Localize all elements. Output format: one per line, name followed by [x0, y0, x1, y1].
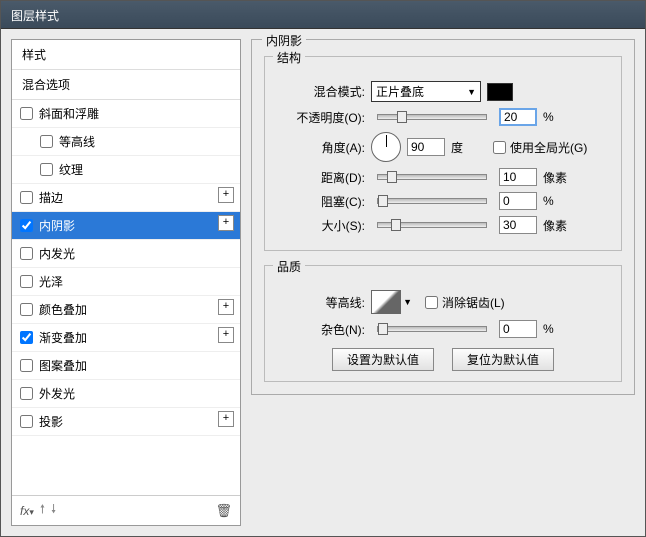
trash-icon[interactable]: 🗑	[215, 503, 232, 519]
add-effect-icon[interactable]: +	[218, 299, 234, 315]
style-item-0[interactable]: 斜面和浮雕	[12, 100, 240, 128]
style-item-6[interactable]: 光泽	[12, 268, 240, 296]
style-label: 内发光	[39, 245, 75, 262]
style-checkbox[interactable]	[20, 359, 33, 372]
noise-slider[interactable]	[377, 326, 487, 332]
style-item-1[interactable]: 等高线	[12, 128, 240, 156]
layer-style-dialog: 图层样式 样式 混合选项 斜面和浮雕等高线纹理描边 + 内阴影 + 内发光光泽颜色叠加 +…	[0, 0, 646, 537]
fx-menu[interactable]: fx▾	[20, 504, 34, 518]
style-label: 描边	[39, 189, 63, 206]
style-item-10[interactable]: 外发光	[12, 380, 240, 408]
opacity-label: 不透明度(O):	[275, 109, 365, 126]
distance-slider[interactable]	[377, 174, 487, 180]
distance-input[interactable]	[499, 168, 537, 186]
reset-default-button[interactable]: 复位为默认值	[452, 348, 554, 371]
style-label: 投影	[39, 413, 63, 430]
style-label: 外发光	[39, 385, 75, 402]
add-effect-icon[interactable]: +	[218, 187, 234, 203]
styles-header[interactable]: 样式	[12, 40, 240, 70]
style-checkbox[interactable]	[40, 163, 53, 176]
style-checkbox[interactable]	[20, 415, 33, 428]
style-label: 斜面和浮雕	[39, 105, 99, 122]
choke-input[interactable]	[499, 192, 537, 210]
style-checkbox[interactable]	[20, 275, 33, 288]
antialias-checkbox[interactable]: 消除锯齿(L)	[425, 294, 505, 311]
opacity-input[interactable]	[499, 108, 537, 126]
choke-label: 阻塞(C):	[275, 193, 365, 210]
styles-footer: fx▾ 🠕 🠗 🗑	[12, 495, 240, 525]
style-item-2[interactable]: 纹理	[12, 156, 240, 184]
style-checkbox[interactable]	[20, 191, 33, 204]
chevron-down-icon: ▼	[403, 297, 412, 307]
quality-group: 品质 等高线: ▼ 消除锯齿(L) 杂色(N): %	[264, 265, 622, 382]
blend-mode-select[interactable]: 正片叠底 ▼	[371, 81, 481, 102]
blend-options-header[interactable]: 混合选项	[12, 70, 240, 100]
blend-mode-label: 混合模式:	[275, 83, 365, 100]
noise-input[interactable]	[499, 320, 537, 338]
style-item-4[interactable]: 内阴影 +	[12, 212, 240, 240]
style-label: 颜色叠加	[39, 301, 87, 318]
styles-list-panel: 样式 混合选项 斜面和浮雕等高线纹理描边 + 内阴影 + 内发光光泽颜色叠加 + 渐变叠加 +…	[11, 39, 241, 526]
style-checkbox[interactable]	[20, 219, 33, 232]
titlebar: 图层样式	[1, 1, 645, 29]
style-item-8[interactable]: 渐变叠加 +	[12, 324, 240, 352]
style-checkbox[interactable]	[20, 107, 33, 120]
style-label: 纹理	[59, 161, 83, 178]
angle-unit: 度	[451, 139, 481, 156]
noise-label: 杂色(N):	[275, 321, 365, 338]
global-light-checkbox[interactable]: 使用全局光(G)	[493, 139, 587, 156]
opacity-slider[interactable]	[377, 114, 487, 120]
panel-title: 内阴影	[262, 32, 306, 49]
style-item-5[interactable]: 内发光	[12, 240, 240, 268]
style-checkbox[interactable]	[20, 303, 33, 316]
style-item-3[interactable]: 描边 +	[12, 184, 240, 212]
style-checkbox[interactable]	[20, 387, 33, 400]
distance-unit: 像素	[543, 169, 573, 186]
angle-input[interactable]	[407, 138, 445, 156]
style-item-7[interactable]: 颜色叠加 +	[12, 296, 240, 324]
move-down-icon[interactable]: 🠗	[51, 500, 56, 521]
choke-slider[interactable]	[377, 198, 487, 204]
chevron-down-icon: ▼	[467, 87, 476, 97]
size-slider[interactable]	[377, 222, 487, 228]
opacity-unit: %	[543, 110, 573, 124]
choke-unit: %	[543, 194, 573, 208]
style-item-9[interactable]: 图案叠加	[12, 352, 240, 380]
window-title: 图层样式	[11, 9, 59, 23]
add-effect-icon[interactable]: +	[218, 327, 234, 343]
angle-dial[interactable]	[371, 132, 401, 162]
add-effect-icon[interactable]: +	[218, 411, 234, 427]
style-checkbox[interactable]	[20, 247, 33, 260]
size-unit: 像素	[543, 217, 573, 234]
style-label: 内阴影	[39, 217, 75, 234]
structure-group: 结构 混合模式: 正片叠底 ▼ 不透明度(O): %	[264, 56, 622, 251]
angle-label: 角度(A):	[275, 139, 365, 156]
contour-label: 等高线:	[275, 294, 365, 311]
inner-shadow-group: 内阴影 结构 混合模式: 正片叠底 ▼ 不透明度(O):	[251, 39, 635, 395]
style-checkbox[interactable]	[20, 331, 33, 344]
distance-label: 距离(D):	[275, 169, 365, 186]
add-effect-icon[interactable]: +	[218, 215, 234, 231]
style-item-11[interactable]: 投影 +	[12, 408, 240, 436]
set-default-button[interactable]: 设置为默认值	[332, 348, 434, 371]
size-label: 大小(S):	[275, 217, 365, 234]
quality-title: 品质	[273, 258, 305, 275]
noise-unit: %	[543, 322, 573, 336]
style-label: 渐变叠加	[39, 329, 87, 346]
move-up-icon[interactable]: 🠕	[40, 500, 45, 521]
style-label: 图案叠加	[39, 357, 87, 374]
style-label: 等高线	[59, 133, 95, 150]
structure-title: 结构	[273, 49, 305, 66]
size-input[interactable]	[499, 216, 537, 234]
style-label: 光泽	[39, 273, 63, 290]
style-checkbox[interactable]	[40, 135, 53, 148]
shadow-color-swatch[interactable]	[487, 83, 513, 101]
contour-picker[interactable]: ▼	[371, 290, 401, 314]
